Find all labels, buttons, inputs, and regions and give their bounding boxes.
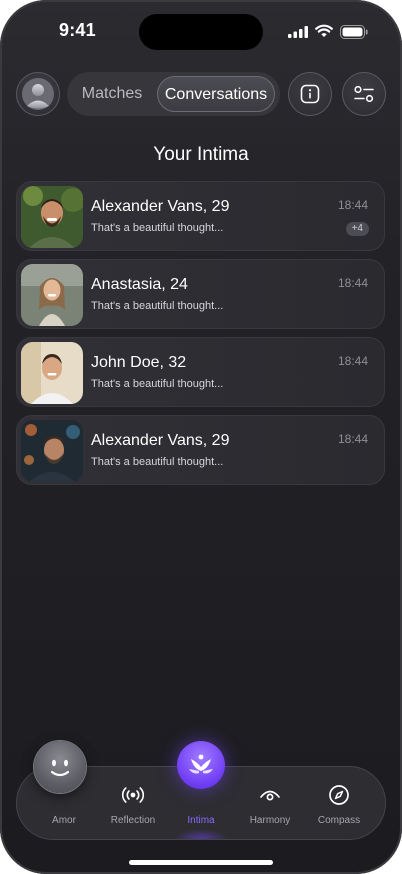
conversation-item[interactable]: Alexander Vans, 29 That's a beautiful th… [16, 181, 385, 251]
wifi-icon [315, 24, 333, 37]
conversation-item[interactable]: Anastasia, 24 That's a beautiful thought… [16, 259, 385, 329]
message-time: 18:44 [337, 276, 368, 290]
conversation-item[interactable]: John Doe, 32 That's a beautiful thought.… [16, 337, 385, 407]
signal-icon [288, 26, 308, 38]
message-time: 18:44 [337, 432, 368, 446]
contact-photo [21, 420, 83, 482]
tab-label: Reflection [110, 815, 156, 826]
contact-name: John Doe, 32 [91, 354, 187, 371]
message-preview: That's a beautiful thought... [91, 378, 224, 390]
info-button[interactable] [288, 72, 332, 116]
broadcast-icon [121, 787, 145, 803]
tab-matches[interactable]: Matches [73, 72, 151, 116]
message-preview: That's a beautiful thought... [91, 456, 224, 468]
eye-icon [260, 790, 280, 801]
conversation-item[interactable]: Alexander Vans, 29 That's a beautiful th… [16, 415, 385, 485]
status-time: 9:41 [59, 20, 96, 40]
contact-name: Alexander Vans, 29 [91, 432, 230, 449]
contact-name: Alexander Vans, 29 [91, 198, 230, 215]
phone-screen: 9:41 Matches Conversations Your Intima A… [0, 0, 402, 874]
user-avatar-icon [22, 78, 54, 110]
battery-icon [340, 25, 368, 39]
bottom-tab-bar: Amor Reflection Intima Harmony Compass [16, 741, 386, 841]
active-glow [174, 829, 228, 839]
tab-label: Harmony [249, 815, 291, 826]
page-title: Your Intima [153, 144, 249, 165]
smile-orb-icon [34, 741, 86, 793]
filter-button[interactable] [342, 72, 386, 116]
tab-amor[interactable]: Amor [29, 741, 99, 841]
tab-intima[interactable]: Intima [166, 741, 236, 841]
tab-harmony[interactable]: Harmony [235, 767, 305, 841]
tab-label: Compass [317, 815, 361, 826]
dynamic-island [139, 14, 263, 50]
message-time: 18:44 [337, 198, 368, 212]
tab-label: Amor [52, 815, 76, 826]
profile-avatar-button[interactable] [16, 72, 60, 116]
segmented-control: Matches Conversations [67, 72, 280, 116]
wings-icon [177, 741, 225, 789]
tab-reflection[interactable]: Reflection [98, 767, 168, 841]
tab-label: Intima [187, 815, 215, 826]
message-time: 18:44 [337, 354, 368, 368]
info-icon [300, 84, 320, 104]
tab-compass[interactable]: Compass [304, 767, 374, 841]
contact-photo [21, 264, 83, 326]
status-bar: 9:41 [0, 0, 402, 60]
contact-photo [21, 186, 83, 248]
home-indicator [129, 860, 273, 865]
message-preview: That's a beautiful thought... [91, 222, 224, 234]
compass-icon [329, 785, 349, 805]
tab-conversations[interactable]: Conversations [157, 76, 275, 112]
contact-photo [21, 342, 83, 404]
unread-badge: +4 [345, 222, 369, 236]
message-preview: That's a beautiful thought... [91, 300, 224, 312]
contact-name: Anastasia, 24 [91, 276, 188, 293]
filter-sliders-icon [354, 85, 374, 103]
